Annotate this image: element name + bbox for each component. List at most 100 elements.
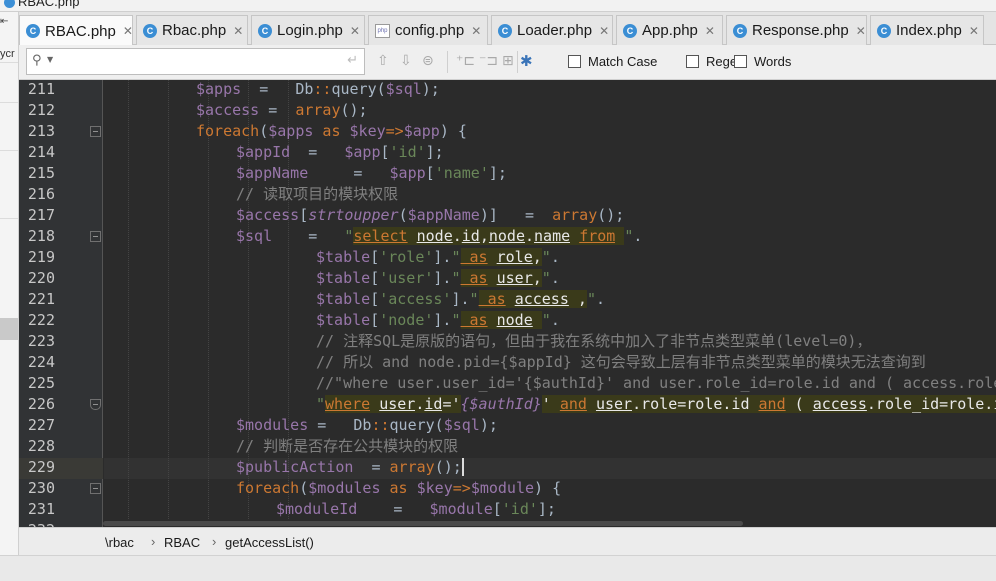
- tab-response-php[interactable]: C Response.php ✕: [726, 15, 867, 45]
- code-line[interactable]: $access = array();: [196, 100, 368, 121]
- line-number[interactable]: 220: [19, 268, 55, 289]
- tab-index-php[interactable]: C Index.php ✕: [870, 15, 984, 45]
- line-number[interactable]: 230: [19, 478, 55, 499]
- project-panel-strip[interactable]: ⇤ ycr: [0, 12, 19, 555]
- line-number[interactable]: 224: [19, 352, 55, 373]
- fold-marker-icon[interactable]: [90, 231, 101, 242]
- line-number[interactable]: 221: [19, 289, 55, 310]
- scrollbar-thumb[interactable]: [103, 521, 743, 526]
- line-number[interactable]: 216: [19, 184, 55, 205]
- code-line[interactable]: // 读取项目的模块权限: [236, 184, 398, 205]
- find-in-path-icon[interactable]: ⊜: [422, 53, 434, 69]
- selected-row[interactable]: [0, 318, 18, 340]
- breadcrumb-method[interactable]: getAccessList(): [225, 535, 314, 550]
- checkbox-box[interactable]: [734, 55, 747, 68]
- line-number[interactable]: 229: [19, 457, 55, 478]
- code-line[interactable]: $table['user']." as user,".: [316, 268, 560, 289]
- gear-icon[interactable]: ✱: [520, 52, 537, 70]
- code-token: ];: [425, 143, 444, 161]
- line-number[interactable]: 213: [19, 121, 55, 142]
- close-icon[interactable]: ✕: [471, 24, 481, 38]
- code-token: ": [451, 269, 461, 287]
- line-number[interactable]: 222: [19, 310, 55, 331]
- code-line[interactable]: //"where user.user_id='{$authId}' and us…: [316, 373, 996, 394]
- close-icon[interactable]: ✕: [599, 24, 609, 38]
- breadcrumb-class[interactable]: RBAC: [164, 535, 200, 550]
- line-number[interactable]: 228: [19, 436, 55, 457]
- previous-occurrence-icon[interactable]: ⇧: [377, 53, 389, 69]
- code-line[interactable]: $access[strtoupper($appName)] = array();: [236, 205, 624, 226]
- select-all-occurrences-icon[interactable]: ⊞: [502, 53, 514, 69]
- line-number[interactable]: 212: [19, 100, 55, 121]
- close-icon[interactable]: ✕: [969, 24, 979, 38]
- code-token: ].: [433, 311, 452, 329]
- collapse-arrow-icon[interactable]: ⇤: [0, 16, 8, 27]
- close-icon[interactable]: ✕: [233, 24, 243, 38]
- close-icon[interactable]: ✕: [705, 24, 715, 38]
- fold-marker-icon[interactable]: [90, 483, 101, 494]
- code-line[interactable]: $modules = Db::query($sql);: [236, 415, 498, 436]
- code-line[interactable]: $appId = $app['id'];: [236, 142, 444, 163]
- tab-login-php[interactable]: C Login.php ✕: [251, 15, 365, 45]
- line-number[interactable]: 226: [19, 394, 55, 415]
- breadcrumb-namespace[interactable]: \rbac: [105, 535, 134, 550]
- code-line[interactable]: $appName = $app['name'];: [236, 163, 507, 184]
- code-line[interactable]: "where user.id='{$authId}' and user.role…: [316, 394, 996, 415]
- checkbox-box[interactable]: [568, 55, 581, 68]
- line-number[interactable]: 218: [19, 226, 55, 247]
- close-icon[interactable]: ✕: [856, 24, 866, 38]
- code-line[interactable]: // 注释SQL是原版的语句，但由于我在系统中加入了非节点类型菜单(level=…: [316, 331, 871, 352]
- code-line[interactable]: $moduleId = $module['id'];: [276, 499, 556, 520]
- search-field[interactable]: ⚲ ▼ ↵: [26, 48, 365, 75]
- code-editor[interactable]: 211 212 213 214 215 216 217 218 219 220 221 222 223 2…: [19, 80, 996, 527]
- code-line[interactable]: $table['node']." as node ".: [316, 310, 560, 331]
- code-line[interactable]: // 判断是否存在公共模块的权限: [236, 436, 458, 457]
- line-number[interactable]: 227: [19, 415, 55, 436]
- line-number[interactable]: 215: [19, 163, 55, 184]
- tab-app-php[interactable]: C App.php ✕: [616, 15, 723, 45]
- line-number[interactable]: 231: [19, 499, 55, 520]
- tab-loader-php[interactable]: C Loader.php ✕: [491, 15, 613, 45]
- search-input[interactable]: [59, 52, 339, 71]
- code-token: $modules: [308, 479, 381, 497]
- history-dropdown-icon[interactable]: ▼: [47, 55, 53, 64]
- code-area[interactable]: $apps = Db::query($sql); $access = array(…: [104, 80, 996, 527]
- line-number[interactable]: 217: [19, 205, 55, 226]
- code-token: {$authId}: [460, 395, 542, 413]
- close-icon[interactable]: ✕: [123, 24, 132, 38]
- code-token: ": [451, 311, 461, 329]
- code-token: // 读取项目的模块权限: [236, 185, 399, 203]
- match-case-checkbox[interactable]: Match Case: [568, 54, 657, 69]
- line-number[interactable]: 223: [19, 331, 55, 352]
- fold-marker-icon[interactable]: [90, 399, 101, 410]
- close-icon[interactable]: ✕: [350, 24, 360, 38]
- add-selection-icon[interactable]: ⁺⊏: [456, 53, 475, 69]
- new-line-icon[interactable]: ↵: [347, 53, 358, 68]
- tab-rbac-php[interactable]: C RBAC.php ✕: [19, 15, 133, 46]
- code-line[interactable]: $sql = "select node.id,node.name from ".: [236, 226, 642, 247]
- code-line[interactable]: $publicAction = array();: [236, 457, 464, 478]
- words-checkbox[interactable]: Words: [734, 54, 791, 69]
- line-number[interactable]: 232: [19, 520, 55, 527]
- code-line[interactable]: $table['access']." as access ,".: [316, 289, 605, 310]
- code-line[interactable]: $table['role']." as role,".: [316, 247, 560, 268]
- horizontal-scrollbar[interactable]: [103, 520, 996, 527]
- line-number[interactable]: 214: [19, 142, 55, 163]
- line-number[interactable]: 211: [19, 80, 55, 100]
- remove-selection-icon[interactable]: ⁻⊐: [479, 53, 498, 69]
- fold-marker-icon[interactable]: [90, 126, 101, 137]
- code-line[interactable]: $apps = Db::query($sql);: [196, 80, 440, 100]
- line-number[interactable]: 225: [19, 373, 55, 394]
- code-line[interactable]: foreach($modules as $key=>$module) {: [236, 478, 561, 499]
- checkbox-box[interactable]: [686, 55, 699, 68]
- code-token: =: [353, 458, 390, 476]
- code-line[interactable]: foreach($apps as $key=>$app) {: [196, 121, 467, 142]
- next-occurrence-icon[interactable]: ⇩: [400, 53, 412, 69]
- line-number[interactable]: 219: [19, 247, 55, 268]
- line-number-gutter[interactable]: 211 212 213 214 215 216 217 218 219 220 221 222 223 2…: [19, 80, 103, 527]
- tab-rbac-lower-php[interactable]: C Rbac.php ✕: [136, 15, 248, 45]
- code-line[interactable]: // 所以 and node.pid={$appId} 这句会导致上层有非节点类…: [316, 352, 926, 373]
- tab-config-php[interactable]: php config.php ✕: [368, 15, 488, 45]
- search-icon[interactable]: ⚲: [32, 53, 42, 68]
- match-case-label: Match Case: [588, 54, 658, 69]
